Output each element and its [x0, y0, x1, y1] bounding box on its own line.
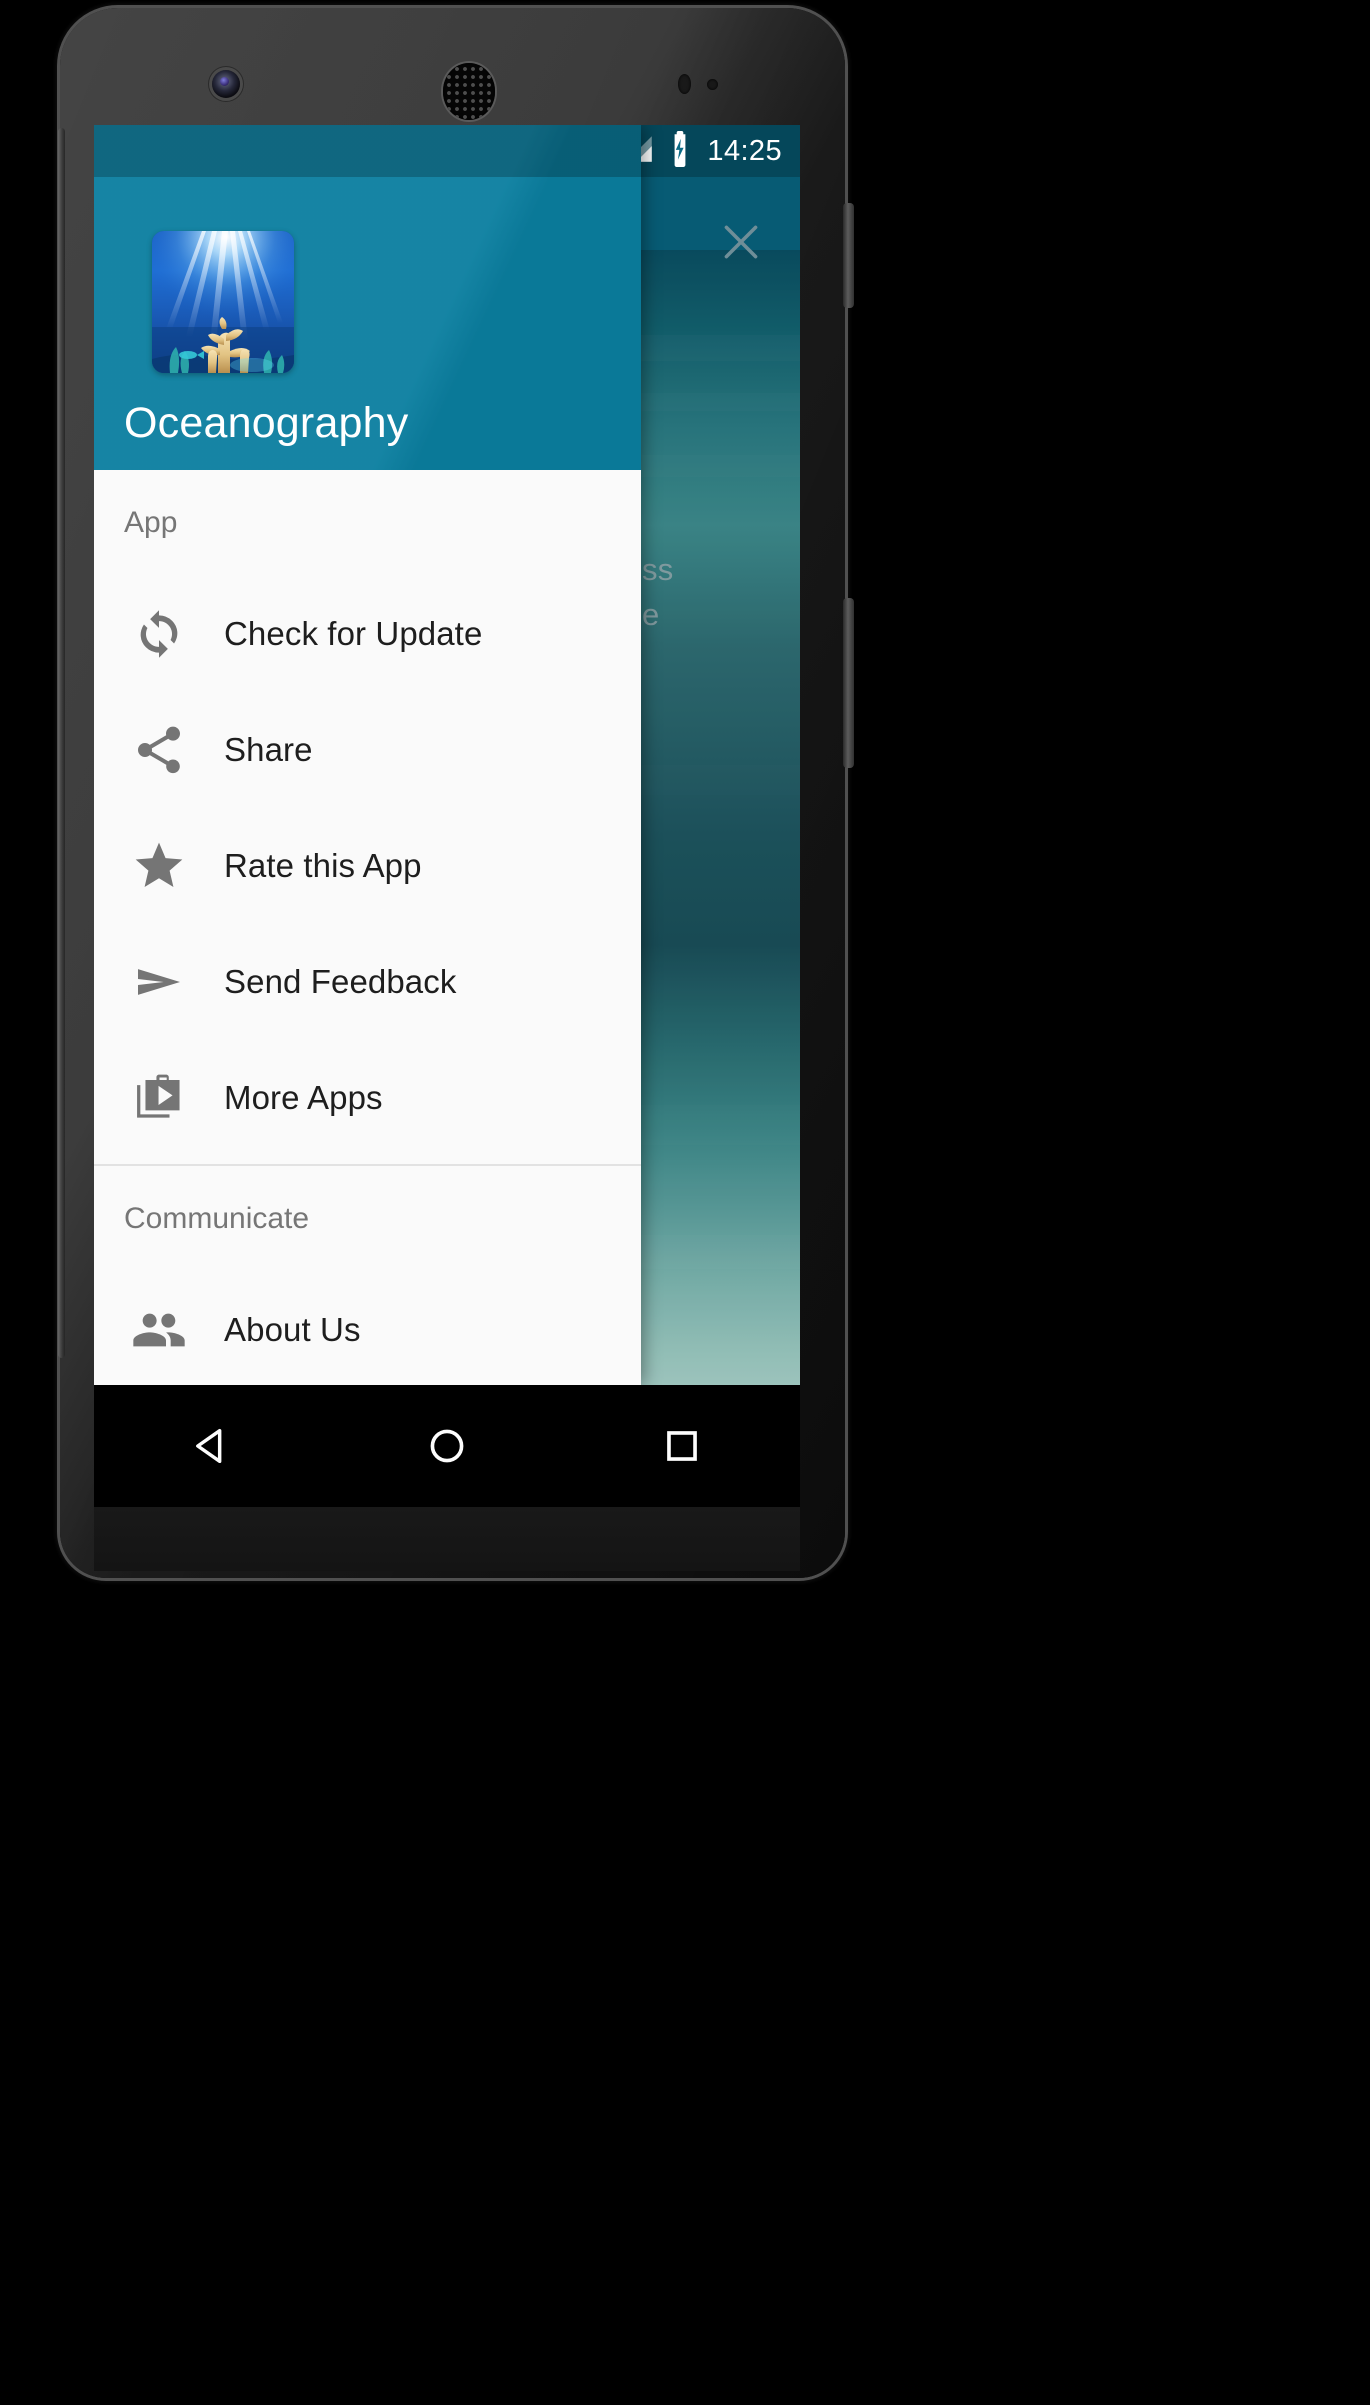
section-header-communicate: Communicate: [124, 1202, 310, 1235]
screenshot-root: ss e Oceanography App Check for Update S…: [0, 0, 1370, 2405]
phone-screen: ss e Oceanography App Check for Update S…: [94, 125, 800, 1385]
sidebar-item-label: About Us: [224, 1311, 361, 1348]
earpiece-speaker-icon: [443, 63, 495, 120]
android-navigation-bar: [94, 1385, 800, 1507]
section-header-app: App: [124, 506, 178, 539]
proximity-sensor-icon: [678, 74, 691, 94]
sidebar-item-about-us[interactable]: About Us: [94, 1272, 641, 1385]
sidebar-item-label: Rate this App: [224, 847, 422, 884]
people-icon: [94, 1302, 224, 1358]
speaker-mesh: [443, 63, 495, 120]
sidebar-item-label: Share: [224, 731, 313, 768]
home-button[interactable]: [387, 1385, 507, 1507]
star-icon: [94, 838, 224, 894]
back-button[interactable]: [152, 1385, 272, 1507]
page-title: Oceanography: [124, 399, 409, 447]
refresh-sync-icon: [94, 606, 224, 662]
sidebar-item-rate-this-app[interactable]: Rate this App: [94, 808, 641, 924]
close-icon[interactable]: [702, 203, 780, 281]
shop-play-icon: [94, 1070, 224, 1126]
sidebar-item-share[interactable]: Share: [94, 692, 641, 808]
recents-button[interactable]: [622, 1385, 742, 1507]
sidebar-item-more-apps[interactable]: More Apps: [94, 1040, 641, 1156]
drawer-header-status-overlay: [94, 125, 641, 177]
phone-bottom-chin: [94, 1507, 800, 1571]
status-bar-clock: 14:25: [707, 134, 782, 167]
phone-left-edge: [58, 128, 65, 1358]
sidebar-item-label: More Apps: [224, 1079, 383, 1116]
drawer-header: Oceanography: [94, 125, 641, 470]
send-icon: [94, 954, 224, 1010]
light-sensor-icon: [707, 79, 718, 90]
navigation-drawer: Oceanography App Check for Update Share …: [94, 125, 641, 1385]
front-camera-icon: [212, 70, 240, 98]
drawer-menu-list: App Check for Update Share Rate this App…: [94, 470, 641, 1385]
power-button[interactable]: [843, 203, 854, 308]
share-icon: [94, 722, 224, 778]
sidebar-item-label: Send Feedback: [224, 963, 457, 1000]
status-bar-right: 14:25: [622, 130, 782, 172]
oceanography-app-icon: [152, 231, 294, 373]
volume-button[interactable]: [843, 598, 854, 768]
battery-charging-icon: [665, 130, 695, 172]
sidebar-item-send-feedback[interactable]: Send Feedback: [94, 924, 641, 1040]
sidebar-item-check-for-update[interactable]: Check for Update: [94, 576, 641, 692]
sidebar-item-label: Check for Update: [224, 615, 483, 652]
